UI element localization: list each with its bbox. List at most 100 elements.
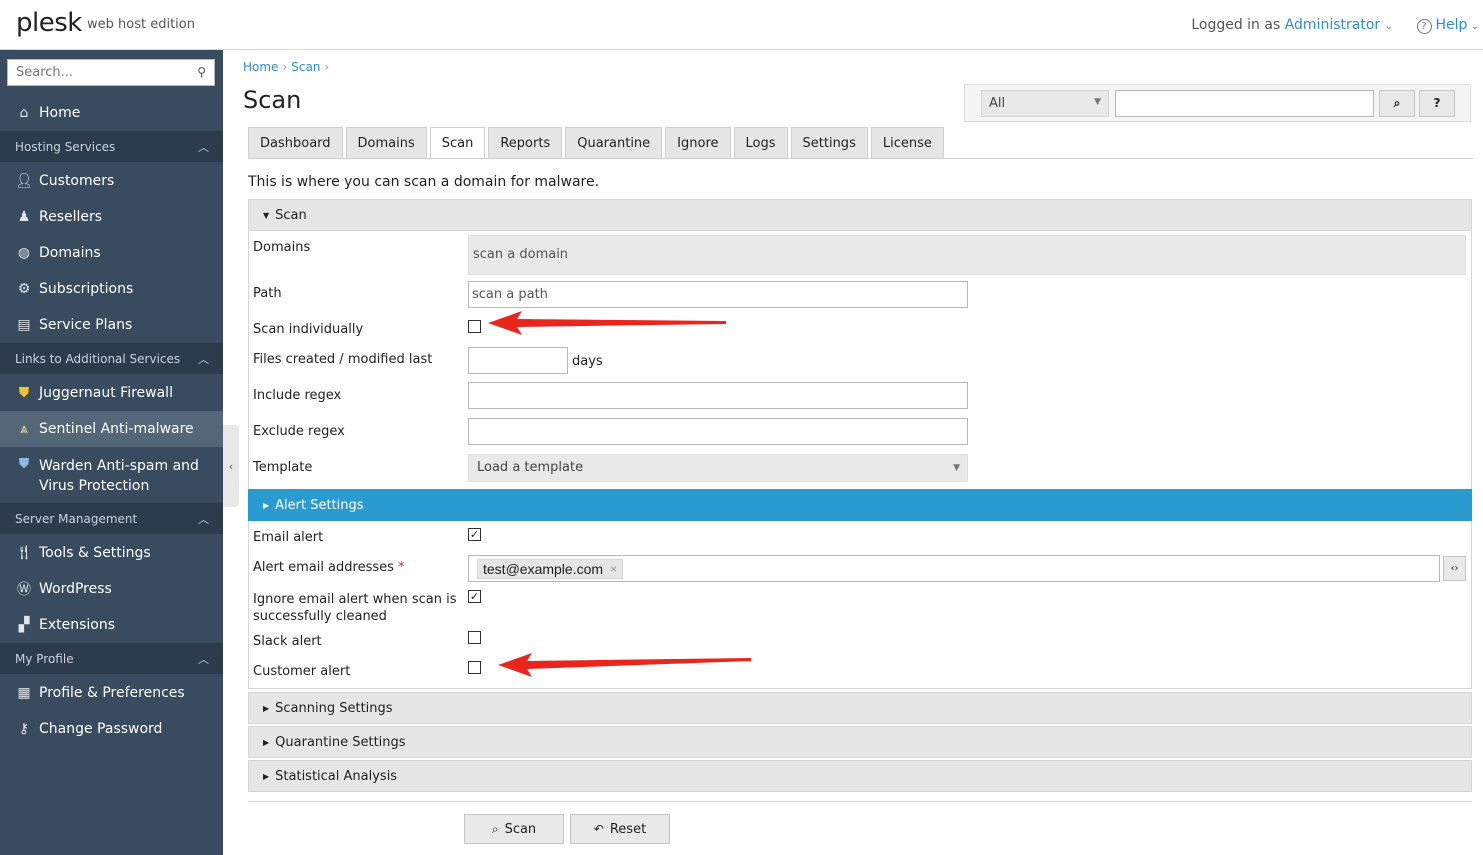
- caret-right-icon: ▶: [263, 703, 270, 713]
- search-icon[interactable]: ⚲: [197, 65, 206, 79]
- sidebar-item-customers[interactable]: 👤︎ Customers: [0, 163, 223, 199]
- reset-button[interactable]: ↶ Reset: [570, 814, 670, 844]
- search-input[interactable]: [8, 60, 183, 85]
- sidebar-item-tools[interactable]: 🍴︎ Tools & Settings: [0, 535, 223, 571]
- globe-icon: ◍: [17, 245, 31, 261]
- search-filter-box: All ▼ ⌕ ?: [964, 84, 1471, 122]
- template-label: Template: [253, 460, 313, 475]
- chevron-down-icon: ⌄: [1384, 21, 1393, 32]
- tools-icon: 🍴︎: [15, 545, 33, 561]
- breadcrumb-scan[interactable]: Scan: [291, 60, 320, 74]
- filter-search-button[interactable]: ⌕: [1379, 90, 1415, 117]
- clipboard-icon: ▤: [17, 317, 31, 333]
- caret-down-icon: ▼: [263, 210, 270, 220]
- sidebar-item-label: Warden Anti-spam and Virus Protection: [39, 456, 199, 496]
- ignore-email-checkbox[interactable]: ✓: [468, 590, 481, 603]
- breadcrumb: Home › Scan ›: [243, 60, 333, 74]
- filter-help-button[interactable]: ?: [1419, 90, 1455, 117]
- gear-icon: ⚙: [17, 281, 31, 297]
- tab-ignore[interactable]: Ignore: [665, 127, 731, 158]
- tab-logs[interactable]: Logs: [733, 127, 788, 158]
- close-icon[interactable]: ×: [610, 562, 617, 576]
- exclude-regex-input[interactable]: [468, 418, 968, 445]
- logged-in-label: Logged in as: [1191, 17, 1281, 33]
- domains-field[interactable]: scan a domain: [468, 235, 1466, 275]
- breadcrumb-home[interactable]: Home: [243, 60, 278, 74]
- tab-domains[interactable]: Domains: [345, 127, 427, 158]
- section-label: Links to Additional Services: [15, 351, 181, 366]
- email-alert-checkbox[interactable]: ✓: [468, 528, 481, 541]
- quarantine-settings-header[interactable]: ▶ Quarantine Settings: [248, 726, 1472, 758]
- path-field[interactable]: scan a path: [468, 281, 968, 308]
- sidebar-item-change-password[interactable]: ⚷ Change Password: [0, 711, 223, 747]
- sidebar-item-home[interactable]: ⌂ Home: [0, 95, 223, 131]
- exclude-regex-label: Exclude regex: [253, 424, 345, 439]
- scan-individually-checkbox[interactable]: [468, 320, 481, 333]
- sidebar-item-subscriptions[interactable]: ⚙ Subscriptions: [0, 271, 223, 307]
- warden-label-line1: Warden Anti-spam and: [39, 458, 199, 474]
- sidebar-item-wordpress[interactable]: Ⓦ WordPress: [0, 571, 223, 607]
- sidebar-item-label: Service Plans: [39, 317, 133, 333]
- sidebar-item-profile-preferences[interactable]: ▦ Profile & Preferences: [0, 675, 223, 711]
- expand-code-button[interactable]: ‹›: [1443, 556, 1466, 581]
- filter-search-input[interactable]: [1115, 90, 1374, 117]
- sidebar: ⚲ ⌂ Home Hosting Services ︿ 👤︎ Customers ♟ R…: [0, 50, 223, 855]
- sentinel-icon: ⩓: [20, 421, 28, 437]
- statistical-analysis-header[interactable]: ▶ Statistical Analysis: [248, 760, 1472, 792]
- scanning-settings-header[interactable]: ▶ Scanning Settings: [248, 692, 1472, 724]
- sidebar-item-service-plans[interactable]: ▤ Service Plans: [0, 307, 223, 343]
- chevron-up-icon: ︿: [198, 141, 209, 154]
- tab-scan[interactable]: Scan: [429, 127, 486, 159]
- sidebar-collapse-handle[interactable]: ‹: [223, 425, 239, 507]
- chevron-up-icon: ︿: [198, 513, 209, 526]
- form-divider: [248, 801, 1472, 802]
- tab-license[interactable]: License: [870, 127, 944, 158]
- sidebar-item-domains[interactable]: ◍ Domains: [0, 235, 223, 271]
- scan-button-label: Scan: [504, 821, 537, 837]
- sidebar-section-profile[interactable]: My Profile ︿: [0, 643, 223, 674]
- section-title: Scanning Settings: [275, 700, 393, 716]
- sidebar-item-extensions[interactable]: ▞ Extensions: [0, 607, 223, 643]
- reseller-icon: ♟: [17, 209, 31, 225]
- sidebar-item-sentinel[interactable]: ⩓ Sentinel Anti-malware: [0, 411, 223, 447]
- tab-settings[interactable]: Settings: [790, 127, 868, 158]
- scan-individually-label: Scan individually: [253, 322, 364, 337]
- section-title: Quarantine Settings: [275, 734, 406, 750]
- scan-section-header[interactable]: ▼ Scan: [248, 199, 1472, 231]
- chevron-down-icon: ⌄: [1467, 21, 1479, 32]
- include-regex-input[interactable]: [468, 382, 968, 409]
- tab-dashboard[interactable]: Dashboard: [248, 127, 343, 158]
- plesk-logo[interactable]: plesk: [16, 8, 82, 38]
- caret-right-icon: ▶: [263, 500, 270, 510]
- user-name[interactable]: Administrator: [1285, 17, 1380, 33]
- sidebar-item-warden[interactable]: ⛊ Warden Anti-spam and Virus Protection: [0, 447, 223, 501]
- tab-quarantine[interactable]: Quarantine: [565, 127, 663, 158]
- scan-button[interactable]: ⌕ Scan: [464, 814, 564, 844]
- sidebar-item-resellers[interactable]: ♟ Resellers: [0, 199, 223, 235]
- help-label[interactable]: Help: [1436, 17, 1468, 33]
- customer-alert-checkbox[interactable]: [468, 661, 481, 674]
- filter-select[interactable]: All ▼: [981, 90, 1109, 117]
- help-menu[interactable]: ? Help ⌄: [1416, 17, 1479, 34]
- sidebar-section-links[interactable]: Links to Additional Services ︿: [0, 343, 223, 374]
- chevron-up-icon: ︿: [198, 353, 209, 366]
- alert-settings-header[interactable]: ▶ Alert Settings: [248, 489, 1472, 521]
- files-days-input[interactable]: [468, 347, 568, 374]
- user-menu[interactable]: Logged in as Administrator ⌄: [1191, 17, 1393, 33]
- section-title: Alert Settings: [275, 497, 364, 513]
- sidebar-item-juggernaut[interactable]: ⛊ Juggernaut Firewall: [0, 375, 223, 411]
- home-icon: ⌂: [19, 105, 29, 121]
- section-title: Scan: [275, 207, 307, 223]
- alert-addresses-label: Alert email addresses *: [253, 559, 405, 576]
- profile-card-icon: ▦: [17, 685, 31, 701]
- section-label: My Profile: [15, 651, 74, 666]
- template-select[interactable]: Load a template ▼: [468, 454, 968, 482]
- sidebar-section-server[interactable]: Server Management ︿: [0, 503, 223, 534]
- ignore-email-label: Ignore email alert when scan is successfu…: [253, 591, 457, 625]
- email-tag[interactable]: test@example.com ×: [477, 559, 624, 579]
- undo-icon: ↶: [593, 822, 604, 836]
- slack-alert-checkbox[interactable]: [468, 631, 481, 644]
- caret-right-icon: ▶: [263, 737, 270, 747]
- sidebar-section-hosting[interactable]: Hosting Services ︿: [0, 131, 223, 162]
- tab-reports[interactable]: Reports: [488, 127, 563, 158]
